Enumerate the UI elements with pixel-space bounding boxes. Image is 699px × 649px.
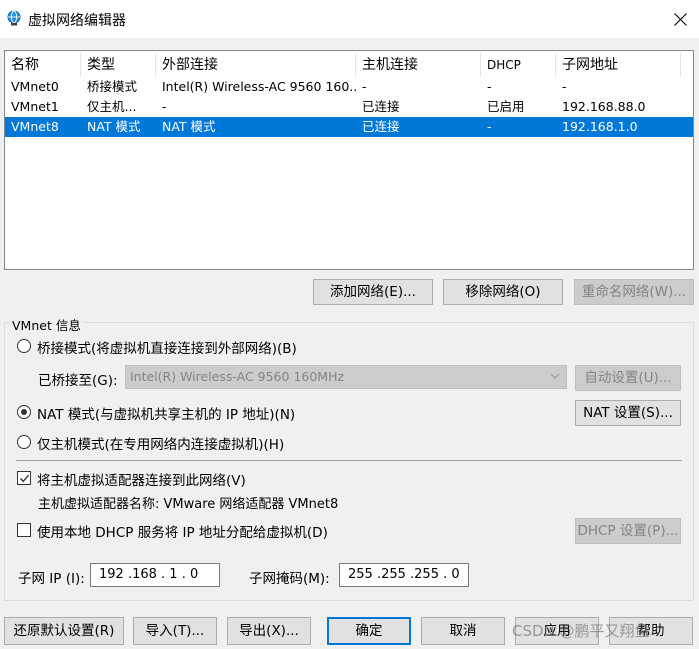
- cell-host: 已连接: [362, 119, 400, 134]
- host-only-radio[interactable]: [17, 435, 31, 449]
- export-button[interactable]: 导出(X)...: [227, 617, 311, 645]
- network-globe-icon: [6, 10, 22, 26]
- bridged-to-value: Intel(R) Wireless-AC 9560 160MHz: [130, 369, 345, 384]
- window-title: 虚拟网络编辑器: [28, 13, 126, 29]
- cell-external: NAT 模式: [162, 119, 216, 134]
- subnet-ip-input[interactable]: 192 .168 . 1 . 0: [90, 563, 220, 587]
- cell-type: 桥接模式: [87, 79, 138, 94]
- vmnet-info-group: [4, 322, 694, 601]
- watermark: CSDN @鹏平又翔鱼: [512, 622, 650, 640]
- close-icon: [674, 13, 687, 26]
- divider: [16, 460, 682, 461]
- connect-adapter-checkbox[interactable]: [17, 471, 31, 485]
- local-dhcp-checkbox[interactable]: [17, 523, 31, 537]
- subnet-ip-label: 子网 IP (I):: [18, 571, 85, 587]
- cell-host: -: [362, 79, 367, 94]
- cell-dhcp: -: [487, 79, 492, 94]
- cell-name: VMnet0: [11, 79, 59, 94]
- connect-adapter-label[interactable]: 将主机虚拟适配器连接到此网络(V): [37, 469, 246, 489]
- bridged-mode-label[interactable]: 桥接模式(将虚拟机直接连接到外部网络)(B): [37, 337, 297, 357]
- table-row-vmnet0[interactable]: VMnet0 桥接模式 Intel(R) Wireless-AC 9560 16…: [5, 77, 693, 97]
- bridged-mode-radio[interactable]: [17, 339, 31, 353]
- cell-external: -: [162, 99, 167, 114]
- rename-network-button[interactable]: 重命名网络(W)...: [574, 279, 694, 305]
- column-header-external[interactable]: 外部连接: [156, 53, 356, 77]
- subnet-mask-input[interactable]: 255 .255 .255 . 0: [339, 563, 469, 587]
- auto-settings-button[interactable]: 自动设置(U)...: [575, 365, 681, 391]
- cell-dhcp: -: [487, 119, 492, 134]
- remove-network-button[interactable]: 移除网络(O): [443, 279, 563, 305]
- cell-external: Intel(R) Wireless-AC 9560 160...: [162, 79, 356, 94]
- cell-type: 仅主机...: [87, 99, 137, 114]
- nat-mode-radio[interactable]: [17, 405, 31, 419]
- nat-settings-button[interactable]: NAT 设置(S)...: [575, 400, 681, 426]
- host-only-label[interactable]: 仅主机模式(在专用网络内连接虚拟机)(H): [37, 433, 284, 453]
- close-button[interactable]: [662, 2, 698, 36]
- table-row-vmnet1[interactable]: VMnet1 仅主机... - 已连接 已启用 192.168.88.0: [5, 97, 693, 117]
- cell-name: VMnet8: [11, 119, 59, 134]
- cell-type: NAT 模式: [87, 119, 141, 134]
- import-button[interactable]: 导入(T)...: [133, 617, 217, 645]
- subnet-mask-label: 子网掩码(M):: [249, 571, 330, 587]
- cell-host: 已连接: [362, 99, 400, 114]
- cell-dhcp: 已启用: [487, 99, 525, 114]
- column-header-host[interactable]: 主机连接: [356, 53, 481, 77]
- column-header-name[interactable]: 名称: [5, 53, 81, 77]
- cancel-button[interactable]: 取消: [421, 617, 505, 645]
- cell-name: VMnet1: [11, 99, 59, 114]
- bridged-to-label: 已桥接至(G):: [38, 373, 118, 389]
- chevron-down-icon: [550, 373, 560, 379]
- checkmark-icon: [20, 474, 30, 483]
- add-network-button[interactable]: 添加网络(E)...: [313, 279, 433, 305]
- cell-subnet: 192.168.88.0: [562, 99, 646, 114]
- column-header-dhcp[interactable]: DHCP: [481, 53, 556, 77]
- column-header-type[interactable]: 类型: [81, 53, 156, 77]
- restore-defaults-button[interactable]: 还原默认设置(R): [4, 617, 124, 645]
- nat-mode-label[interactable]: NAT 模式(与虚拟机共享主机的 IP 地址)(N): [37, 403, 295, 423]
- vmnet-info-label: VMnet 信息: [10, 315, 83, 334]
- table-row-vmnet8[interactable]: VMnet8 NAT 模式 NAT 模式 已连接 - 192.168.1.0: [5, 117, 693, 137]
- cell-subnet: 192.168.1.0: [562, 119, 638, 134]
- column-header-subnet[interactable]: 子网地址: [556, 53, 681, 77]
- cell-subnet: -: [562, 79, 567, 94]
- dhcp-settings-button[interactable]: DHCP 设置(P)...: [575, 518, 681, 544]
- network-list[interactable]: 名称 类型 外部连接 主机连接 DHCP 子网地址 VMnet0 桥接模式 In…: [4, 50, 694, 270]
- adapter-name-label: 主机虚拟适配器名称: VMware 网络适配器 VMnet8: [38, 497, 339, 512]
- bridged-to-select[interactable]: Intel(R) Wireless-AC 9560 160MHz: [125, 365, 567, 389]
- local-dhcp-label[interactable]: 使用本地 DHCP 服务将 IP 地址分配给虚拟机(D): [37, 521, 328, 541]
- ok-button[interactable]: 确定: [327, 617, 411, 645]
